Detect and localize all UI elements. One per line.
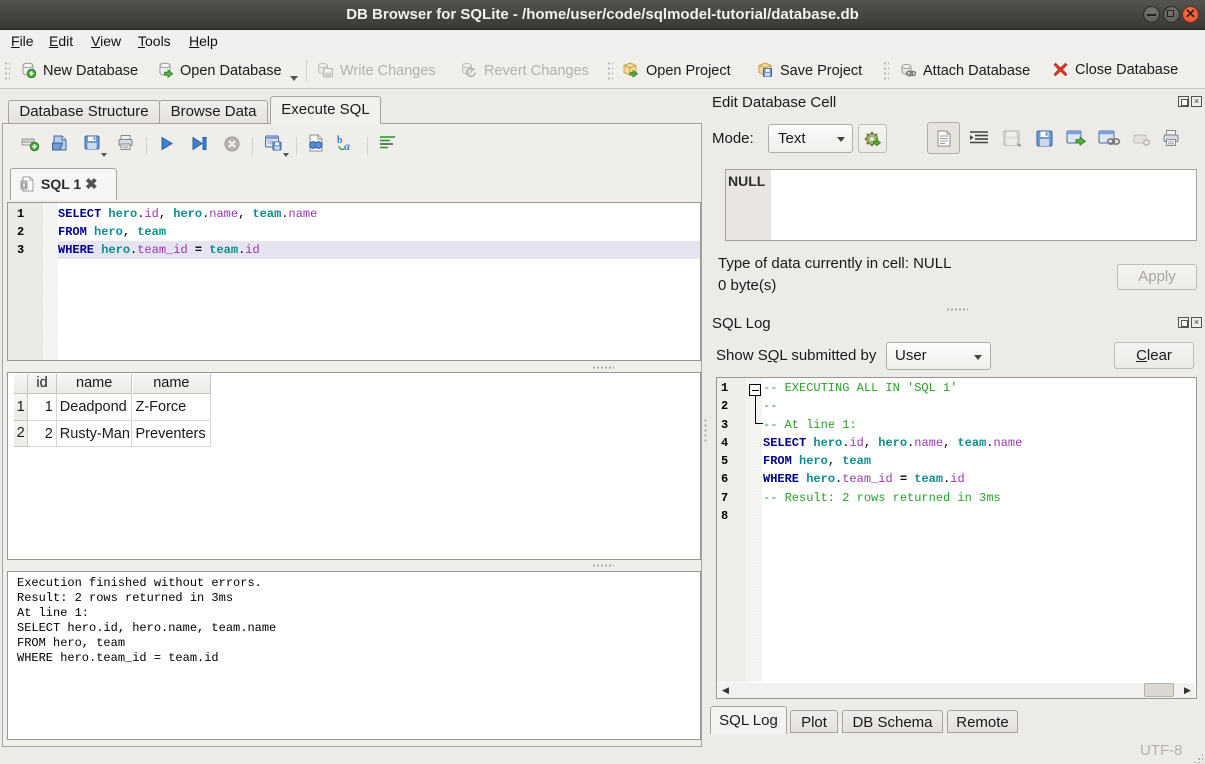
svg-text:b: b (337, 135, 343, 146)
svg-text:a: a (344, 139, 350, 152)
